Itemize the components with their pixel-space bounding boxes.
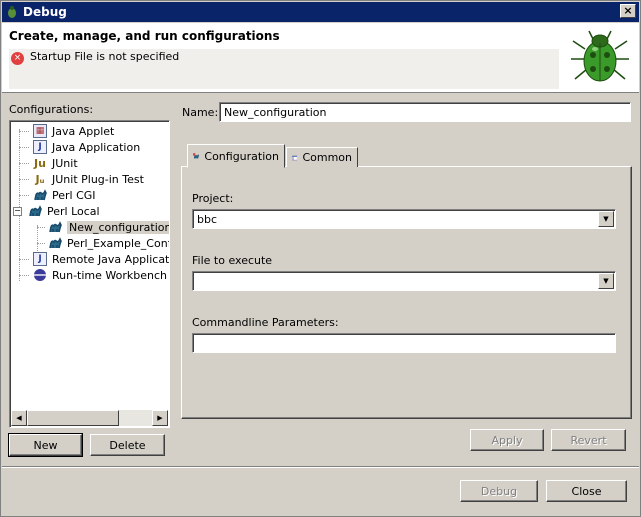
debug-button[interactable]: Debug [460,480,538,502]
tab-common[interactable]: Common [286,147,358,167]
tree-item-junit-plugin[interactable]: Jᵤ JUnit Plug-in Test [19,171,144,187]
scroll-thumb[interactable] [27,410,119,426]
project-value: bbc [197,212,218,226]
project-label: Project: [192,192,234,205]
tree-item-perl-local[interactable]: − Perl Local [13,203,100,219]
close-window-button[interactable]: × [620,4,636,18]
title-bar[interactable]: Debug × [2,2,639,22]
file-to-execute-label: File to execute [192,254,273,267]
project-combo[interactable]: bbc ▼ [192,209,616,229]
header-banner: Create, manage, and run configurations ×… [2,23,639,93]
delete-button[interactable]: Delete [90,434,165,456]
camel-error-icon [193,153,199,159]
configurations-tree[interactable]: ▦ Java Applet J Java Application Ju JUni… [9,120,170,428]
junit-plugin-icon: Jᵤ [35,172,45,186]
commandline-params-input[interactable] [192,333,616,353]
scroll-left-button[interactable]: ◀ [11,410,27,426]
tree-item-java-applet[interactable]: ▦ Java Applet [19,123,114,139]
java-applet-icon: ▦ [33,124,47,138]
debug-app-icon [8,6,16,18]
camel-icon [49,237,62,249]
bug-icon [571,30,629,82]
remote-java-icon: J [33,252,47,266]
close-button[interactable]: Close [546,480,627,502]
new-button[interactable]: New [8,433,83,457]
camel-icon [49,221,62,233]
apply-button[interactable]: Apply [470,429,544,451]
workbench-icon [34,269,46,281]
tree-item-remote-java[interactable]: J Remote Java Application [19,251,169,267]
project-dropdown-button[interactable]: ▼ [598,211,614,227]
window-title: Debug [23,5,67,19]
file-to-execute-combo[interactable]: ▼ [192,271,616,291]
scroll-right-button[interactable]: ▶ [152,410,168,426]
tree-item-runtime-workbench[interactable]: Run-time Workbench [19,267,167,283]
error-icon: × [11,52,24,65]
file-dropdown-button[interactable]: ▼ [598,273,614,289]
tree-item-new-configuration[interactable]: New_configuration [37,219,169,235]
error-message: Startup File is not specified [30,50,180,63]
name-label: Name: [182,106,219,119]
name-input[interactable]: New_configuration [219,102,631,122]
tree-horizontal-scrollbar[interactable]: ◀ ▶ [11,410,168,426]
java-application-icon: J [33,140,47,154]
commandline-params-label: Commandline Parameters: [192,316,339,329]
tree-item-perl-cgi[interactable]: Perl CGI [19,187,96,203]
footer-separator [2,466,639,468]
tab-configuration[interactable]: Configuration [187,144,285,168]
tree-item-perl-example-config[interactable]: Perl_Example_Config [37,235,169,251]
configurations-label: Configurations: [9,103,94,116]
collapse-toggle[interactable]: − [13,206,22,216]
error-banner: × Startup File is not specified [9,49,559,89]
camel-icon [34,189,47,201]
tab-panel [181,166,632,419]
tree-item-java-application[interactable]: J Java Application [19,139,140,155]
page-title: Create, manage, and run configurations [9,29,280,43]
camel-icon [29,205,42,217]
debug-dialog: Debug × Create, manage, and run configur… [0,0,641,517]
common-tab-icon [292,155,298,160]
revert-button[interactable]: Revert [551,429,626,451]
junit-icon: Ju [34,156,46,170]
tree-item-junit[interactable]: Ju JUnit [19,155,78,171]
